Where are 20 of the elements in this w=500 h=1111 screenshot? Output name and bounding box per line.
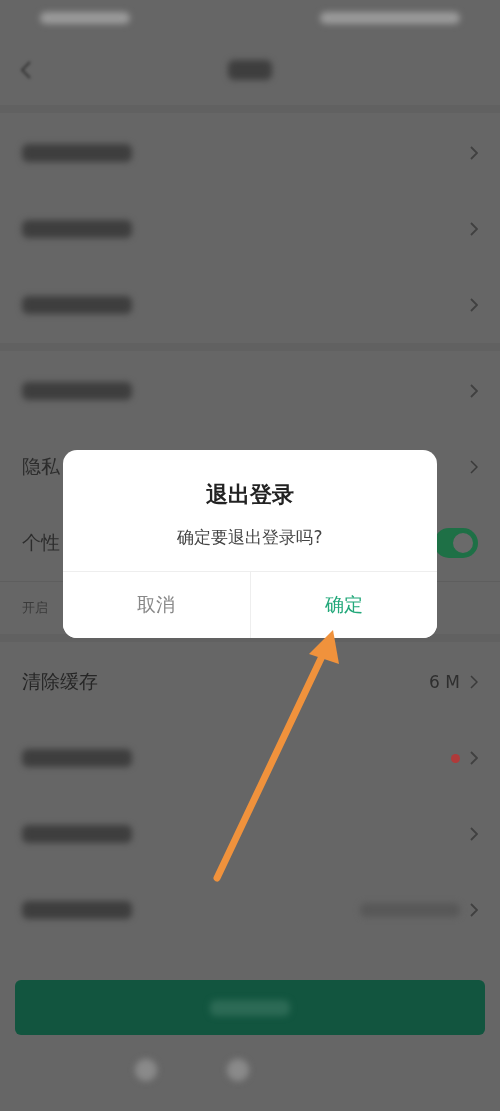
setting-label[interactable]: 隐私: [22, 454, 60, 480]
confirm-button[interactable]: 确定: [249, 572, 437, 638]
blurred-title: [228, 60, 272, 80]
chevron-icon: [470, 751, 478, 765]
chevron-icon: [470, 460, 478, 474]
setting-value: 6 M: [429, 672, 460, 692]
chevron-icon: [470, 222, 478, 236]
setting-label: 个性: [22, 530, 60, 555]
back-icon[interactable]: [20, 60, 32, 80]
dialog-message: 确定要退出登录吗?: [176, 526, 324, 549]
toggle-switch[interactable]: [434, 528, 478, 558]
chevron-icon: [470, 384, 478, 398]
chevron-icon: [470, 146, 478, 160]
chevron-icon: [470, 827, 478, 841]
chevron-icon: [470, 675, 478, 689]
dialog-title: 退出登录: [205, 481, 295, 509]
chevron-icon: [470, 903, 478, 917]
setting-label[interactable]: 清除缓存: [22, 669, 98, 695]
chevron-icon: [470, 298, 478, 312]
logout-button[interactable]: [15, 980, 485, 1035]
